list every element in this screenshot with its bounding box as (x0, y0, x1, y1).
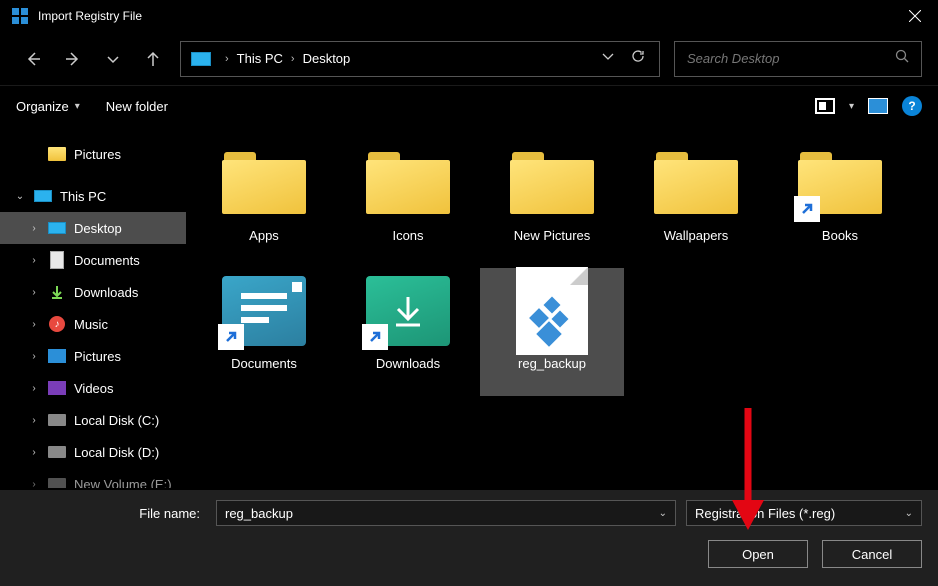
view-panel-icon[interactable] (811, 95, 839, 117)
close-button[interactable] (892, 0, 938, 32)
item-wallpapers[interactable]: Wallpapers (624, 140, 768, 268)
tree-newvol[interactable]: ›New Volume (E:) (0, 468, 186, 488)
search-icon[interactable] (895, 49, 909, 68)
tree-pictures[interactable]: Pictures (0, 138, 186, 170)
open-button[interactable]: Open (708, 540, 808, 568)
cancel-button[interactable]: Cancel (822, 540, 922, 568)
item-documents[interactable]: Documents (192, 268, 336, 396)
nav-toolbar: › This PC › Desktop (0, 32, 938, 86)
chevron-down-icon[interactable]: ⌄ (905, 508, 913, 519)
item-newpictures[interactable]: New Pictures (480, 140, 624, 268)
item-apps[interactable]: Apps (192, 140, 336, 268)
chevron-right-icon[interactable]: › (287, 53, 299, 65)
tree-locald[interactable]: ›Local Disk (D:) (0, 436, 186, 468)
pc-icon (191, 52, 211, 66)
shortcut-icon (794, 196, 820, 222)
organize-menu[interactable]: Organize▾ (16, 99, 80, 114)
refresh-icon[interactable] (631, 49, 645, 68)
recent-dropdown[interactable] (96, 42, 130, 76)
new-folder-button[interactable]: New folder (106, 99, 168, 114)
up-button[interactable] (136, 42, 170, 76)
tree-videos[interactable]: ›Videos (0, 372, 186, 404)
tree-thispc[interactable]: ⌄This PC (0, 180, 186, 212)
view-dropdown-icon[interactable]: ▾ (849, 101, 854, 112)
back-button[interactable] (16, 42, 50, 76)
tree-localc[interactable]: ›Local Disk (C:) (0, 404, 186, 436)
chevron-down-icon[interactable]: ⌄ (659, 508, 667, 519)
shortcut-icon (362, 324, 388, 350)
help-button[interactable]: ? (902, 96, 922, 116)
filetype-select[interactable]: Registration Files (*.reg) ⌄ (686, 500, 922, 526)
forward-button[interactable] (56, 42, 90, 76)
nav-tree: Pictures ⌄This PC ›Desktop ›Documents ›D… (0, 126, 186, 488)
window-title: Import Registry File (38, 9, 892, 23)
preview-pane-icon[interactable] (864, 95, 892, 117)
search-box[interactable] (674, 41, 922, 77)
tree-downloads[interactable]: ›Downloads (0, 276, 186, 308)
file-grid: Apps Icons New Pictures Wallpapers Books… (186, 126, 938, 488)
breadcrumb-desktop[interactable]: Desktop (299, 51, 355, 66)
dialog-body: Pictures ⌄This PC ›Desktop ›Documents ›D… (0, 126, 938, 488)
command-bar: Organize▾ New folder ▾ ? (0, 86, 938, 126)
item-icons[interactable]: Icons (336, 140, 480, 268)
filetype-label: Registration Files (*.reg) (695, 506, 835, 521)
tree-music[interactable]: ›♪Music (0, 308, 186, 340)
title-bar: Import Registry File (0, 0, 938, 32)
item-downloads[interactable]: Downloads (336, 268, 480, 396)
filename-field[interactable] (225, 506, 659, 521)
filename-label: File name: (16, 506, 206, 521)
tree-desktop[interactable]: ›Desktop (0, 212, 186, 244)
dialog-footer: File name: ⌄ Registration Files (*.reg) … (0, 490, 938, 586)
filename-input[interactable]: ⌄ (216, 500, 676, 526)
app-icon (12, 8, 28, 24)
breadcrumb-thispc[interactable]: This PC (233, 51, 287, 66)
tree-pictures2[interactable]: ›Pictures (0, 340, 186, 372)
chevron-right-icon[interactable]: › (221, 53, 233, 65)
address-dropdown-icon[interactable] (601, 49, 615, 68)
search-input[interactable] (687, 51, 895, 66)
item-regbackup[interactable]: reg_backup (480, 268, 624, 396)
shortcut-icon (218, 324, 244, 350)
address-bar[interactable]: › This PC › Desktop (180, 41, 660, 77)
tree-documents[interactable]: ›Documents (0, 244, 186, 276)
item-books[interactable]: Books (768, 140, 912, 268)
